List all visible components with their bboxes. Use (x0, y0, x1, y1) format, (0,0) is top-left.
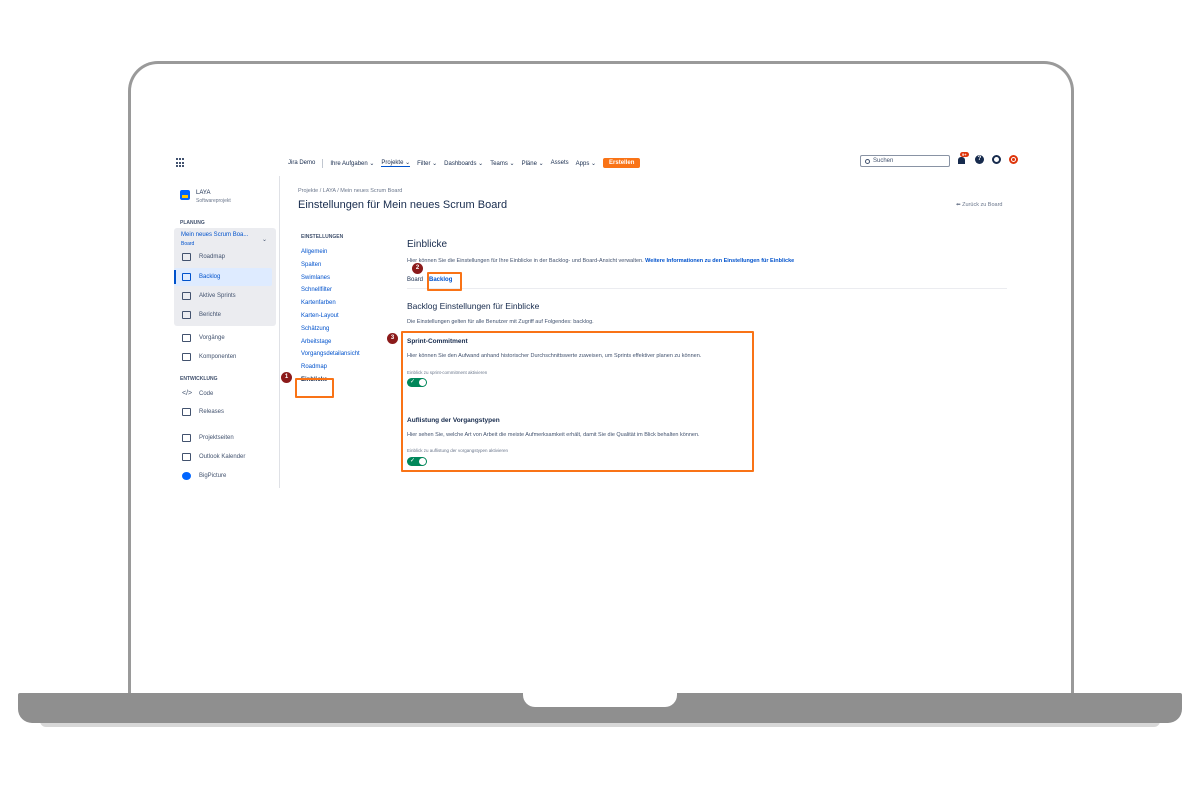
sidebar-item-label: Projektseiten (199, 435, 234, 441)
top-navigation: Jira Demo Ihre Aufgaben ⌄ Projekte ⌄ Fil… (170, 148, 1030, 176)
roadmap-icon (182, 253, 191, 261)
settings-link-schaetzung[interactable]: Schätzung (301, 323, 381, 336)
settings-heading: EINSTELLUNGEN (301, 234, 344, 240)
content-description-text: Hier können Sie die Einstellungen für Ih… (407, 258, 644, 264)
app-switcher-icon[interactable] (176, 158, 186, 168)
nav-menu: Jira Demo Ihre Aufgaben ⌄ Projekte ⌄ Fil… (288, 158, 641, 168)
settings-link-swimlanes[interactable]: Swimlanes (301, 272, 381, 285)
search-placeholder: Suchen (873, 158, 894, 164)
sidebar-item-label: Code (199, 391, 214, 397)
settings-link-vorgangsdetailansicht[interactable]: Vorgangsdetailansicht (301, 348, 381, 361)
nav-item-apps[interactable]: Apps ⌄ (576, 160, 596, 167)
jira-screen: Jira Demo Ihre Aufgaben ⌄ Projekte ⌄ Fil… (170, 148, 1030, 488)
breadcrumb[interactable]: Projekte / LAYA / Mein neues Scrum Board (298, 188, 402, 194)
section-description: Die Einstellungen gelten für alle Benutz… (407, 319, 594, 325)
sidebar-item-projektseiten[interactable]: Projektseiten (182, 434, 234, 442)
sidebar-item-vorgaenge[interactable]: Vorgänge (182, 334, 225, 342)
search-icon (865, 158, 870, 164)
sidebar-item-outlook-kalender[interactable]: Outlook Kalender (182, 453, 245, 461)
help-icon[interactable]: ? (975, 154, 984, 164)
highlight-settings-sections (401, 331, 754, 472)
sidebar-item-label: Vorgänge (199, 335, 225, 341)
chart-icon (182, 311, 191, 319)
chevron-down-icon[interactable]: ⌄ (262, 236, 267, 243)
settings-link-arbeitstage[interactable]: Arbeitstage (301, 336, 381, 349)
board-columns-icon (182, 292, 191, 300)
sidebar-item-komponenten[interactable]: Komponenten (182, 353, 236, 361)
code-icon: </> (182, 390, 193, 397)
page-icon (182, 434, 191, 442)
project-header[interactable]: LAYA Softwareprojekt (180, 190, 231, 204)
step-badge-1: 1 (281, 372, 292, 383)
nav-item-plaene[interactable]: Pläne ⌄ (522, 160, 544, 167)
calendar-icon (182, 453, 191, 461)
highlight-einblicke (295, 378, 334, 398)
board-name: Mein neues Scrum Boa... (181, 232, 249, 238)
project-type: Softwareprojekt (196, 198, 231, 204)
laptop-notch (523, 693, 677, 707)
create-button[interactable]: Erstellen (603, 158, 641, 168)
settings-link-allgemein[interactable]: Allgemein (301, 246, 381, 259)
nav-icon-group: 9+ ? (958, 152, 1018, 164)
backlog-icon (182, 273, 191, 281)
content-description: Hier können Sie die Einstellungen für Ih… (407, 258, 794, 264)
highlight-backlog-tab (427, 272, 462, 291)
search-input[interactable]: Suchen (860, 155, 950, 167)
avatar[interactable] (1009, 154, 1018, 164)
sidebar-item-label: Aktive Sprints (199, 293, 236, 299)
sidebar-item-bigpicture[interactable]: BigPicture (182, 472, 226, 480)
tab-board[interactable]: Board (407, 277, 423, 283)
sidebar-item-label: Releases (199, 409, 225, 415)
content-title: Einblicke (407, 239, 448, 250)
step-badge-3: 3 (387, 333, 398, 344)
section-title: Backlog Einstellungen für Einblicke (407, 301, 540, 311)
board-sub: Board (181, 241, 195, 247)
nav-item-teams[interactable]: Teams ⌄ (490, 160, 514, 167)
sidebar-item-backlog[interactable]: Backlog (182, 273, 220, 281)
sidebar-item-label: Berichte (199, 312, 222, 318)
nav-item-ihre-aufgaben[interactable]: Ihre Aufgaben ⌄ (330, 160, 374, 167)
sidebar-item-berichte[interactable]: Berichte (182, 311, 221, 319)
tab-divider (407, 288, 1007, 289)
nav-item-assets[interactable]: Assets (551, 160, 569, 166)
sidebar: LAYA Softwareprojekt PLANUNG Mein neues … (170, 176, 280, 488)
active-item-bar (174, 270, 176, 284)
sidebar-item-label: Roadmap (199, 254, 226, 260)
settings-nav: EINSTELLUNGEN Allgemein Spalten Swimlane… (301, 234, 381, 387)
settings-link-kartenfarben[interactable]: Kartenfarben (301, 297, 381, 310)
sidebar-item-label: Komponenten (199, 354, 237, 360)
sidebar-item-aktive-sprints[interactable]: Aktive Sprints (182, 292, 236, 300)
learn-more-link[interactable]: Weitere Informationen zu den Einstellung… (645, 258, 794, 264)
project-name: LAYA (196, 190, 211, 196)
page-title: Einstellungen für Mein neues Scrum Board (298, 199, 508, 211)
bigpicture-icon (182, 472, 191, 480)
issues-icon (182, 334, 191, 342)
section-label-development: ENTWICKLUNG (180, 376, 218, 382)
components-icon (182, 353, 191, 361)
nav-item-projekte[interactable]: Projekte ⌄ (381, 159, 411, 167)
nav-item-filter[interactable]: Filter ⌄ (417, 160, 437, 167)
gear-icon[interactable] (992, 154, 1001, 164)
ship-icon (182, 408, 191, 416)
project-logo-icon (180, 190, 190, 200)
settings-link-roadmap[interactable]: Roadmap (301, 361, 381, 374)
step-badge-2: 2 (412, 263, 423, 274)
back-to-board-link[interactable]: ⬅ Zurück zu Board (956, 202, 1003, 208)
sidebar-item-label: Outlook Kalender (199, 454, 246, 460)
sidebar-item-label: Backlog (199, 274, 221, 280)
settings-link-karten-layout[interactable]: Karten-Layout (301, 310, 381, 323)
nav-item-dashboards[interactable]: Dashboards ⌄ (444, 160, 483, 167)
sidebar-item-roadmap[interactable]: Roadmap (182, 253, 225, 261)
sidebar-item-releases[interactable]: Releases (182, 408, 224, 416)
sidebar-item-code[interactable]: </> Code (182, 390, 213, 398)
notifications-icon[interactable]: 9+ (958, 152, 969, 164)
sidebar-item-label: BigPicture (199, 473, 227, 479)
notification-badge: 9+ (960, 152, 969, 157)
settings-link-spalten[interactable]: Spalten (301, 259, 381, 272)
nav-divider (322, 158, 324, 168)
section-label-planning: PLANUNG (180, 220, 205, 226)
settings-link-schnellfilter[interactable]: Schnellfilter (301, 284, 381, 297)
nav-item-jira-demo[interactable]: Jira Demo (288, 160, 315, 166)
